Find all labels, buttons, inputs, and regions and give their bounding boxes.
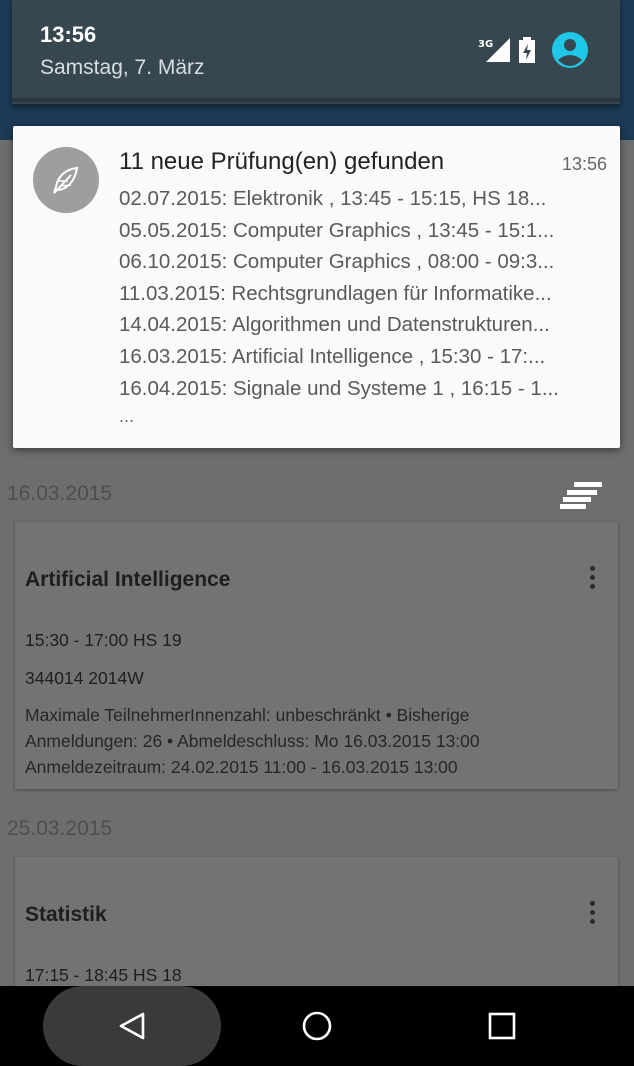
notification-card[interactable]: 11 neue Prüfung(en) gefunden 13:56 02.07… <box>13 126 620 448</box>
back-icon[interactable] <box>106 1000 158 1052</box>
more-options-icon[interactable] <box>590 901 596 928</box>
notification-line: 02.07.2015: Elektronik , 13:45 - 15:15, … <box>119 187 547 210</box>
section-date: 16.03.2015 <box>7 482 113 505</box>
navigation-bar <box>0 986 634 1066</box>
notification-line: 06.10.2015: Computer Graphics , 08:00 - … <box>119 250 555 274</box>
notification-more: ... <box>119 406 135 427</box>
exam-title: Statistik <box>25 903 107 926</box>
network-type-label: 3G <box>478 39 493 50</box>
notification-line: 14.04.2015: Algorithmen und Datenstruktu… <box>119 313 550 337</box>
exam-time-room: 15:30 - 17:00 HS 19 <box>25 630 182 650</box>
notification-line: 05.05.2015: Computer Graphics , 13:45 - … <box>119 218 555 242</box>
exam-time-room: 17:15 - 18:45 HS 18 <box>25 965 182 985</box>
exam-detail: Maximale TeilnehmerInnenzahl: unbeschrän… <box>25 705 480 777</box>
home-icon[interactable] <box>291 1000 343 1052</box>
notification-lines: 02.07.2015: Elektronik , 13:45 - 15:15, … <box>119 183 607 428</box>
notification-title: 11 neue Prüfung(en) gefunden <box>119 148 445 175</box>
exam-title: Artificial Intelligence <box>25 568 231 591</box>
shade-divider <box>12 98 620 102</box>
date-label: Samstag, 7. März <box>40 56 205 79</box>
notification-shade-header: 13:56 Samstag, 7. März 3G <box>12 0 620 104</box>
feather-icon <box>33 147 99 213</box>
more-options-icon[interactable] <box>590 566 596 593</box>
clock: 13:56 <box>40 22 97 47</box>
account-icon[interactable] <box>550 30 590 75</box>
battery-icon <box>518 37 536 68</box>
exam-card[interactable]: Artificial Intelligence 15:30 - 17:00 HS… <box>15 522 618 789</box>
exam-card[interactable]: Statistik 17:15 - 18:45 HS 18 <box>15 857 618 997</box>
section-date: 25.03.2015 <box>7 817 113 840</box>
notification-time: 13:56 <box>561 154 607 174</box>
exam-code: 344014 2014W <box>25 668 144 688</box>
sort-icon[interactable] <box>560 482 602 515</box>
notification-line: 16.03.2015: Artificial Intelligence , 15… <box>119 344 546 368</box>
notification-line: 16.04.2015: Signale und Systeme 1 , 16:1… <box>119 376 559 400</box>
signal-icon: 3G <box>478 36 510 67</box>
notification-line: 11.03.2015: Rechtsgrundlagen für Informa… <box>119 281 552 305</box>
recents-icon[interactable] <box>476 1000 528 1052</box>
